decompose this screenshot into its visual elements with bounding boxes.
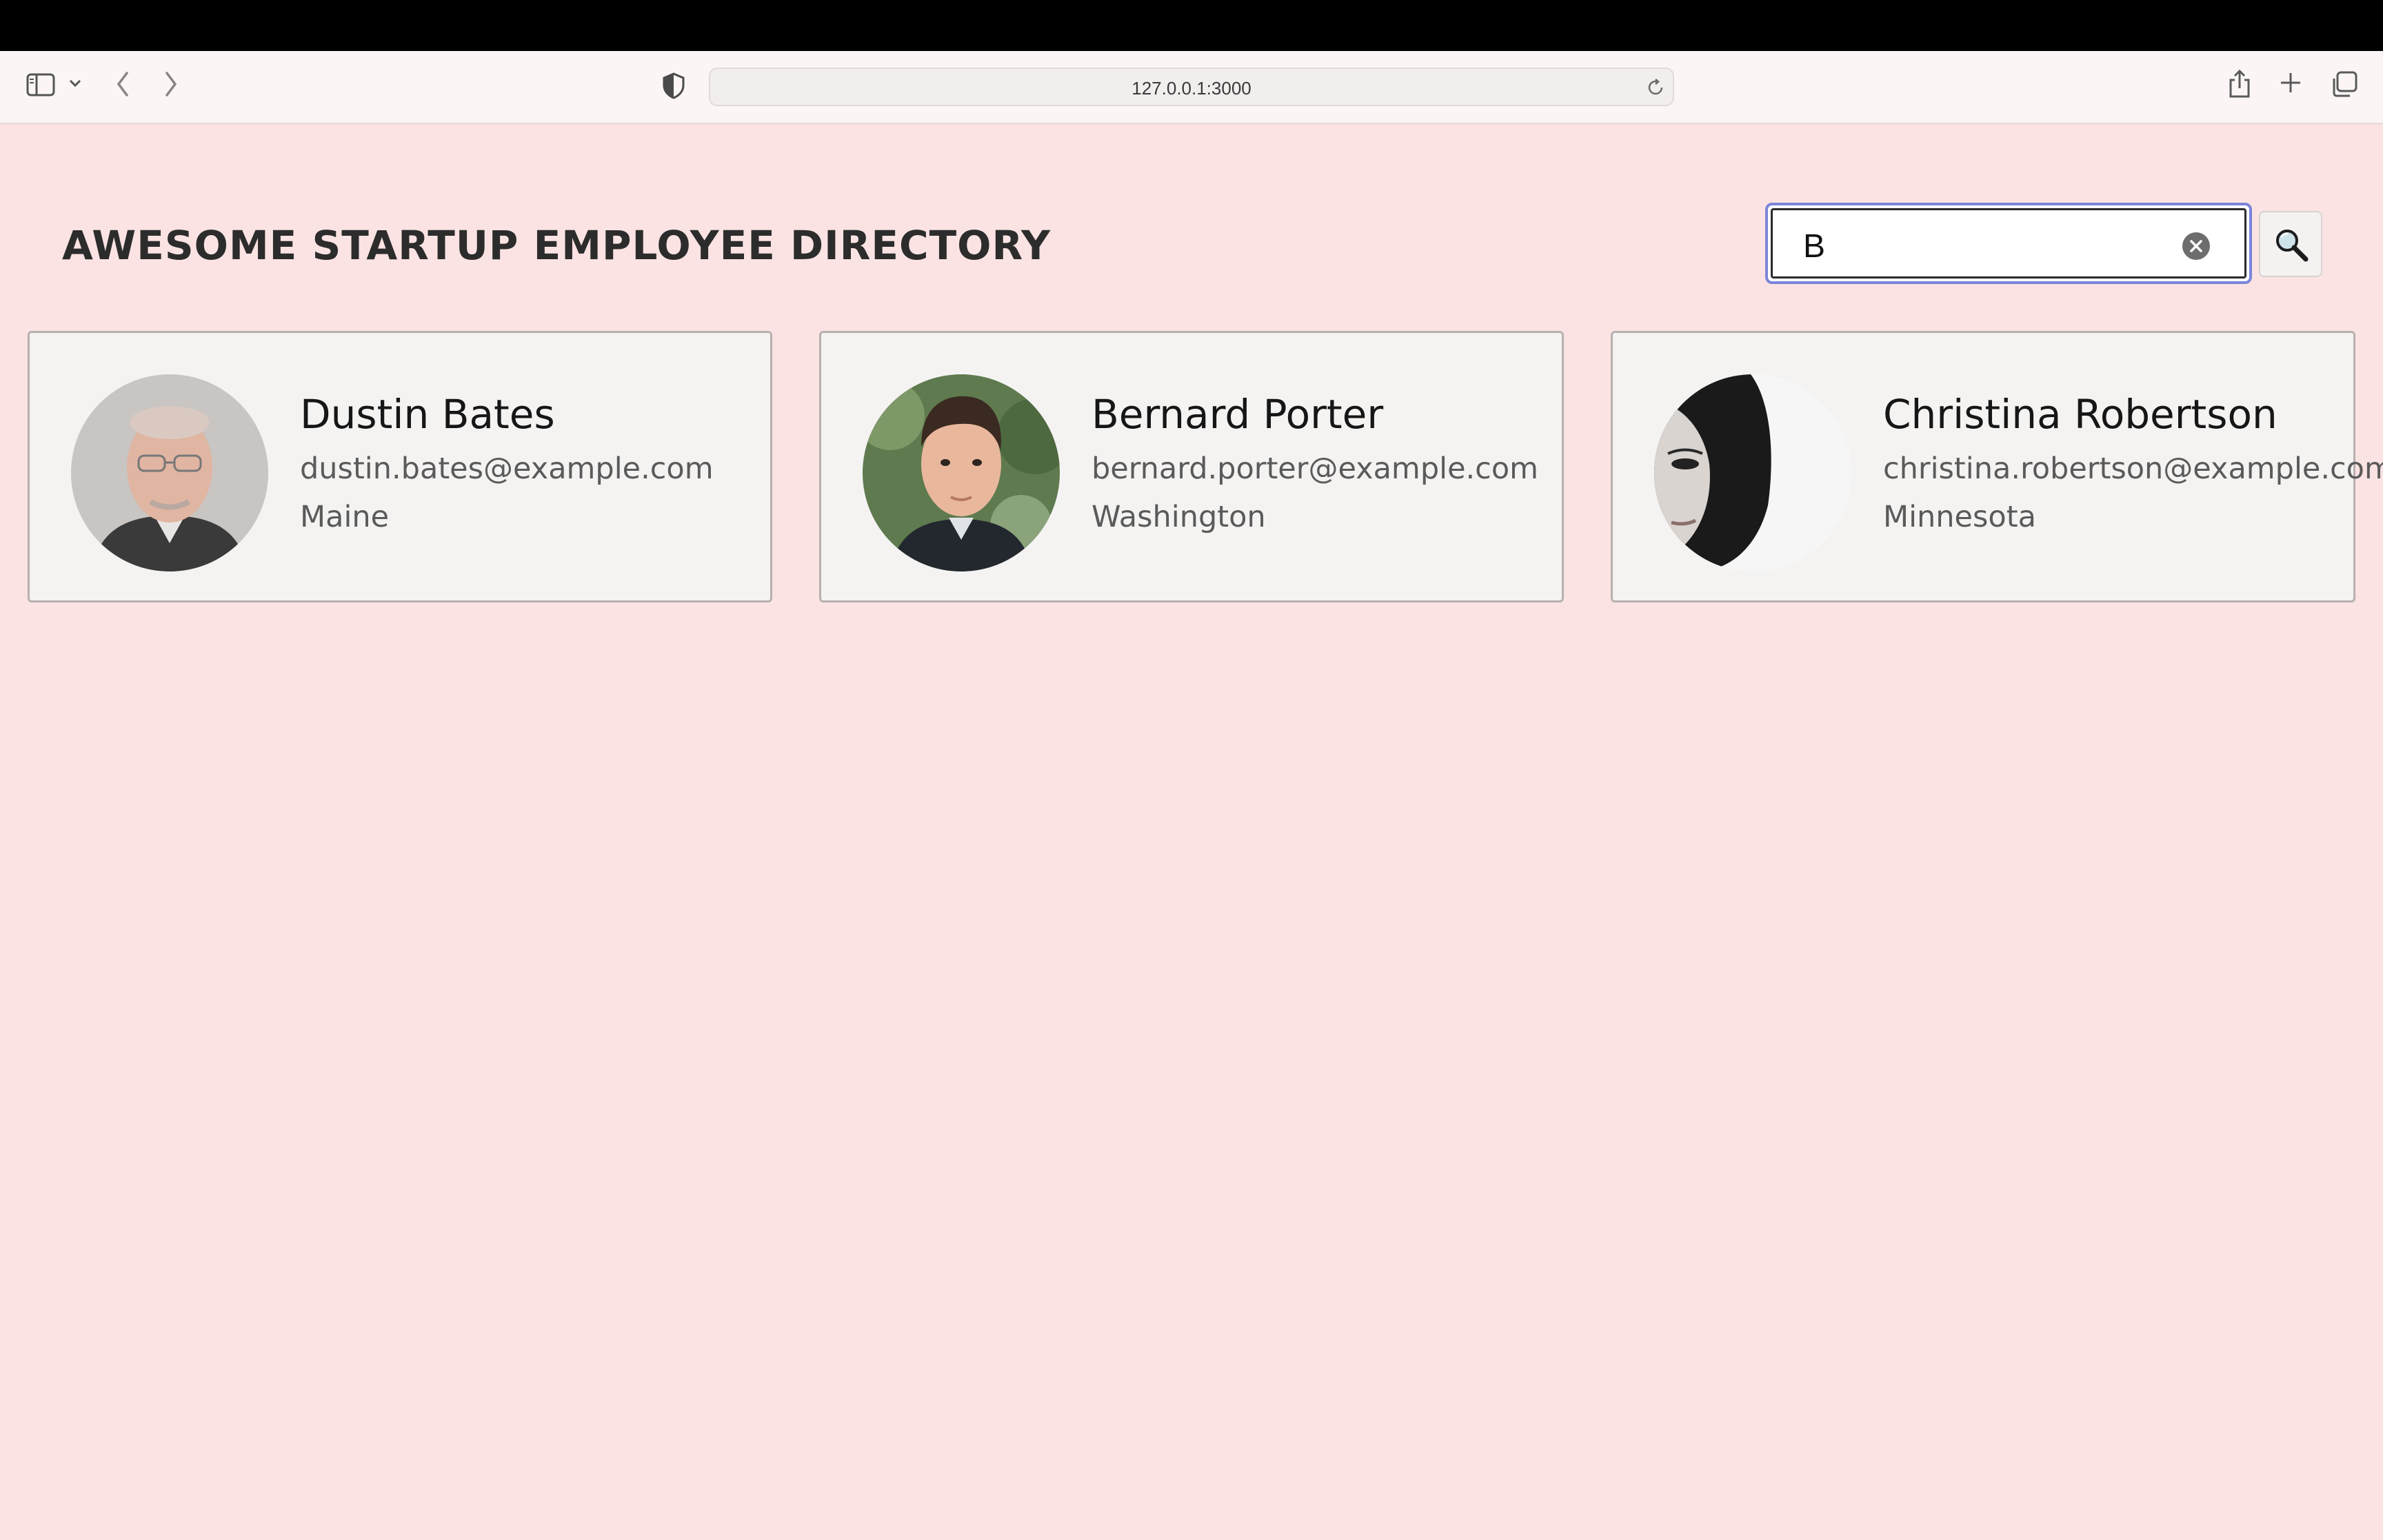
- chevron-down-icon[interactable]: [69, 79, 81, 88]
- screen-top-bar: [0, 0, 2383, 51]
- employee-name: Bernard Porter: [1092, 391, 1384, 438]
- employee-state: Minnesota: [1883, 500, 2036, 534]
- reload-icon[interactable]: [1645, 77, 1666, 101]
- directory-page: AWESOME STARTUP EMPLOYEE DIRECTORY B Dus…: [0, 124, 2383, 1540]
- tabs-overview-icon[interactable]: [2331, 70, 2358, 98]
- shield-icon[interactable]: [662, 72, 685, 99]
- search-input[interactable]: [1803, 225, 2189, 267]
- employee-card[interactable]: Bernard Porter bernard.porter@example.co…: [819, 331, 1564, 602]
- page-title: AWESOME STARTUP EMPLOYEE DIRECTORY: [62, 222, 1051, 269]
- avatar: [1654, 374, 1851, 571]
- employee-state: Maine: [300, 500, 390, 534]
- employee-name: Christina Robertson: [1883, 391, 2278, 438]
- employee-card[interactable]: Christina Robertson christina.robertson@…: [1611, 331, 2383, 602]
- employee-email: dustin.bates@example.com: [300, 452, 714, 486]
- sidebar-icon[interactable]: [26, 73, 55, 97]
- employee-name: Dustin Bates: [300, 391, 555, 438]
- employee-email: bernard.porter@example.com: [1092, 452, 1539, 486]
- employee-email: christina.robertson@example.com: [1883, 452, 2383, 486]
- avatar: [863, 374, 1060, 571]
- clear-search-icon[interactable]: [2182, 232, 2210, 260]
- search-button[interactable]: [2259, 211, 2322, 277]
- back-arrow-icon[interactable]: [114, 70, 131, 98]
- forward-arrow-icon[interactable]: [163, 70, 179, 98]
- avatar: [71, 374, 268, 571]
- employee-state: Washington: [1092, 500, 1266, 534]
- address-bar[interactable]: 127.0.0.1:3000: [709, 68, 1674, 106]
- share-icon[interactable]: [2227, 69, 2252, 99]
- search-field-border: [1771, 208, 2246, 278]
- url-text: 127.0.0.1:3000: [1132, 78, 1251, 99]
- search-field[interactable]: [1765, 203, 2252, 284]
- browser-toolbar: 127.0.0.1:3000: [0, 51, 2383, 124]
- new-tab-icon[interactable]: [2278, 70, 2303, 95]
- magnifier-icon: [2276, 230, 2309, 262]
- employee-card[interactable]: Dustin Bates dustin.bates@example.com Ma…: [28, 331, 772, 602]
